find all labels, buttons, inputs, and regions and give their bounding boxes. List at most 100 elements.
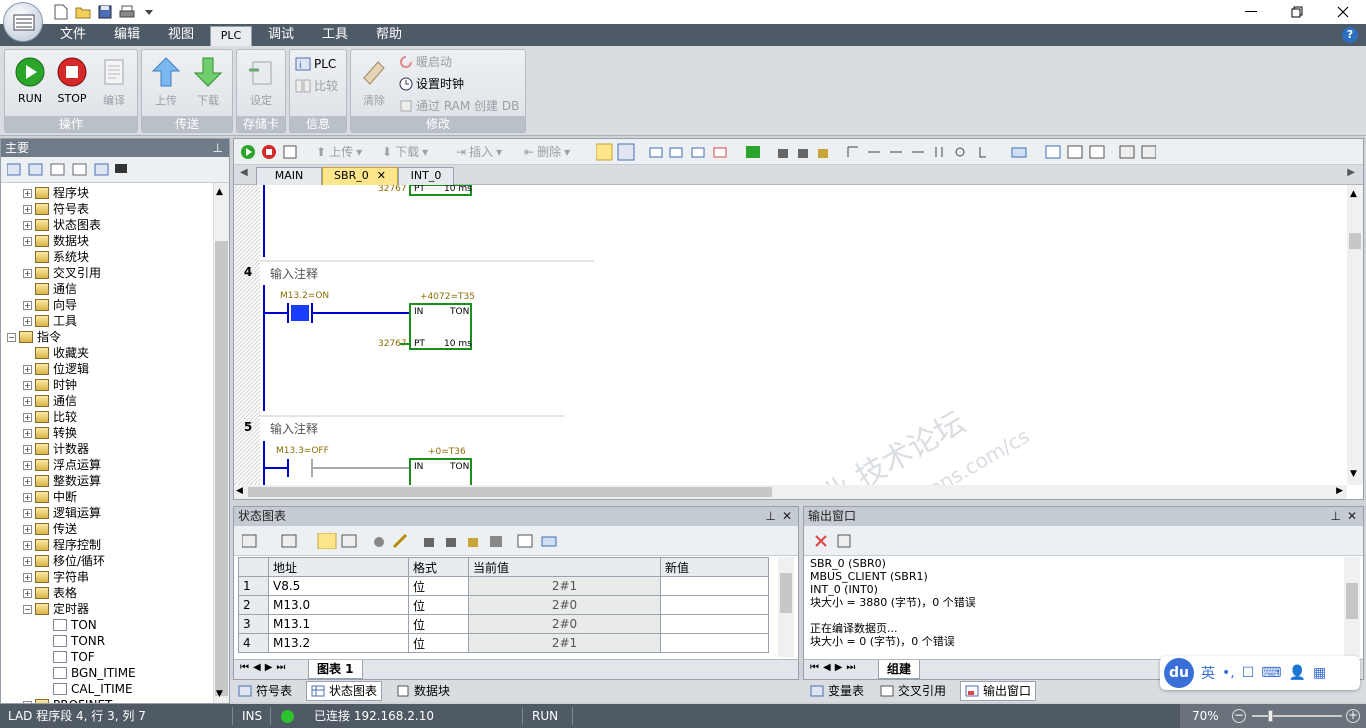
tab-scroll-right-icon[interactable]: ▶ [1347,167,1355,178]
scroll-up-icon[interactable]: ▲ [1350,189,1357,199]
tree-item[interactable]: + 交叉引用 [23,265,101,281]
format-cell[interactable]: 位 [408,595,469,615]
tree-item[interactable]: + 转换 [23,425,77,441]
memcard-setup-button[interactable]: 设定 [240,52,282,114]
zoom-in-icon[interactable]: + [1346,709,1360,723]
menu-help[interactable]: 帮助 [370,24,408,46]
expand-icon[interactable]: + [23,220,32,230]
tab-output-window[interactable]: 输出窗口 [960,681,1037,701]
tree-item[interactable]: + 状态图表 [23,217,101,233]
tree-item[interactable]: + 比较 [23,409,77,425]
scroll-thumb[interactable] [1346,583,1358,619]
network-comment[interactable]: 输入注释 [270,265,318,282]
zoom-slider-handle[interactable] [1268,710,1273,722]
tree-item[interactable]: + 移位/循环 [23,553,105,569]
tree-item[interactable]: TON [53,617,97,633]
tree-item[interactable]: − 指令 [7,329,61,345]
scroll-left-icon[interactable]: ◀ [236,486,243,496]
scroll-right-icon[interactable]: ▶ [1336,486,1343,496]
expand-icon[interactable]: + [23,460,32,470]
tree-item[interactable]: TONR [53,633,105,649]
tab-main[interactable]: MAIN [256,167,322,185]
expand-icon[interactable]: + [23,188,32,198]
stop-button[interactable]: STOP [51,52,93,114]
tree-item[interactable]: + 符号表 [23,201,89,217]
warm-start-button[interactable]: 暖启动 [399,52,452,72]
tab-sbr0[interactable]: SBR_0 ✕ [322,167,398,185]
help-icon[interactable]: ? [1342,27,1358,43]
tree-item[interactable]: + 程序块 [23,185,89,201]
table-row[interactable]: 3 M13.1 位 2#0 [238,614,769,634]
expand-icon[interactable]: + [23,556,32,566]
menu-file[interactable]: 文件 [54,24,92,46]
sheet-tab-chart1[interactable]: 图表 1 [308,660,363,679]
scroll-thumb[interactable] [215,241,228,696]
sheet-nav-icons[interactable]: ⏮◀▶⏭ [240,662,289,673]
sheet-tab-build[interactable]: 组建 [878,660,921,679]
table-scrollbar[interactable] [778,557,794,657]
ime-menu-icon[interactable]: ▦ [1313,665,1326,681]
tab-cross-reference[interactable]: 交叉引用 [876,681,950,701]
format-cell[interactable]: 位 [408,576,469,596]
tree-item[interactable]: + 传送 [23,521,77,537]
scroll-down-icon[interactable]: ▼ [1350,469,1357,479]
tree-item[interactable]: + 通信 [23,393,77,409]
tree-item[interactable]: + 逻辑运算 [23,505,101,521]
download-small-button[interactable]: ⬇ 下载 ▾ [382,142,428,162]
set-clock-button[interactable]: 设置时钟 [399,74,464,94]
tab-close-icon[interactable]: ✕ [377,169,386,182]
expand-icon[interactable]: + [23,316,32,326]
table-row[interactable]: 1 V8.5 位 2#1 [238,576,769,596]
address-cell[interactable]: V8.5 [268,576,409,596]
close-icon[interactable] [1320,0,1366,24]
expand-icon[interactable]: + [23,396,32,406]
expand-icon[interactable]: + [23,476,32,486]
expand-icon[interactable]: + [23,572,32,582]
collapse-icon[interactable]: − [23,604,32,614]
ime-keyboard-icon[interactable]: ⌨ [1261,665,1281,681]
tree-item[interactable]: 系统块 [23,249,89,265]
expand-icon[interactable]: + [23,588,32,598]
pin-icon[interactable]: ⊥ [766,507,776,526]
compare-button[interactable]: 比较 [295,76,338,96]
tree-item[interactable]: 通信 [23,281,77,297]
pin-icon[interactable]: ⊥ [1331,507,1341,526]
tree-item[interactable]: + 计数器 [23,441,89,457]
new-value-cell[interactable] [660,576,769,596]
expand-icon[interactable]: + [23,364,32,374]
pin-icon[interactable]: ⊥ [213,139,223,157]
network-comment[interactable]: 输入注释 [270,420,318,437]
zoom-slider[interactable] [1252,715,1342,717]
editor-hscrollbar[interactable]: ◀ ▶ [234,485,1347,499]
expand-icon[interactable]: + [23,268,32,278]
tree-scrollbar[interactable]: ▲ ▼ [213,183,229,703]
expand-icon[interactable]: + [23,540,32,550]
tree-item[interactable]: − 定时器 [23,601,89,617]
ime-punct-icon[interactable]: •, [1222,665,1235,681]
tree-item[interactable]: + 表格 [23,585,77,601]
delete-button[interactable]: ⇤ 删除 ▾ [524,142,570,162]
tree-item[interactable]: + 程序控制 [23,537,101,553]
upload-button[interactable]: 上传 [145,52,187,114]
tree-item[interactable]: + 中断 [23,489,77,505]
expand-icon[interactable]: + [23,492,32,502]
expand-icon[interactable]: + [23,508,32,518]
format-cell[interactable]: 位 [408,614,469,634]
sheet-nav-icons[interactable]: ⏮◀▶⏭ [810,662,859,673]
tree-item[interactable]: + 工具 [23,313,77,329]
run-button[interactable]: RUN [9,52,51,114]
address-cell[interactable]: M13.0 [268,595,409,615]
expand-icon[interactable]: + [23,300,32,310]
plc-info-button[interactable]: i PLC [295,54,336,74]
close-pane-icon[interactable]: ✕ [1347,507,1357,526]
du-logo[interactable]: du [1164,658,1194,688]
editor-vscrollbar[interactable]: ▲ ▼ [1347,185,1363,485]
tree-item[interactable]: TOF [53,649,95,665]
create-db-from-ram-button[interactable]: 通过 RAM 创建 DB [399,96,519,116]
upload-small-button[interactable]: ⬆ 上传 ▾ [316,142,362,162]
menu-view[interactable]: 视图 [162,24,200,46]
tree-item[interactable]: + 数据块 [23,233,89,249]
table-row[interactable]: 2 M13.0 位 2#0 [238,595,769,615]
tree-item[interactable]: + 向导 [23,297,77,313]
close-pane-icon[interactable]: ✕ [782,507,792,526]
